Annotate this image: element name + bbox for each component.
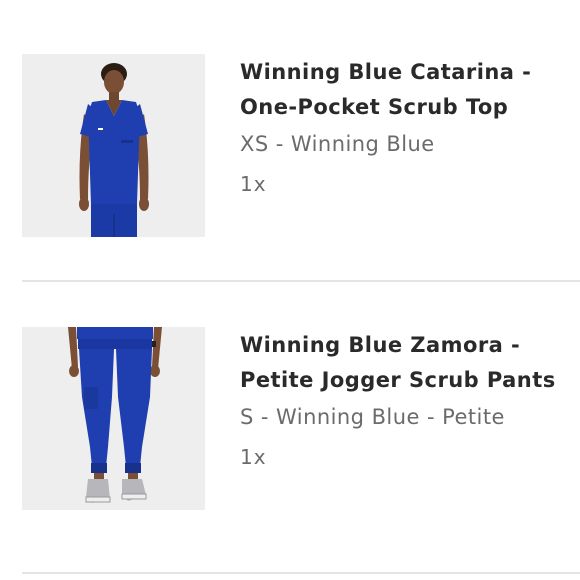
cart-item: Winning Blue Catarina - One-Pocket Scrub … [0,0,580,282]
product-variant: S - Winning Blue - Petite [240,405,505,429]
scrub-pants-photo-icon [22,327,205,510]
product-title-line-2: One-Pocket Scrub Top [240,95,509,119]
cart-item-details: Winning Blue Catarina - One-Pocket Scrub … [240,55,575,199]
product-title-line-1: Winning Blue Zamora - [240,333,521,357]
product-title[interactable]: Winning Blue Zamora - Petite Jogger Scrub… [240,328,575,398]
cart-items-page: { "cart": { "items": [ { "title_line1": … [0,0,580,580]
product-quantity: 1x [240,445,267,469]
product-variant: XS - Winning Blue [240,132,435,156]
product-title-line-1: Winning Blue Catarina - [240,60,532,84]
scrub-top-product-image[interactable] [22,54,205,237]
product-title-line-2: Petite Jogger Scrub Pants [240,368,556,392]
product-title[interactable]: Winning Blue Catarina - One-Pocket Scrub … [240,55,575,125]
cart-item: Winning Blue Zamora - Petite Jogger Scrub… [0,282,580,572]
product-quantity: 1x [240,172,267,196]
scrub-pants-product-image[interactable] [22,327,205,510]
item-divider [22,572,580,574]
scrub-top-photo-icon [22,54,205,237]
cart-item-details: Winning Blue Zamora - Petite Jogger Scrub… [240,328,575,472]
